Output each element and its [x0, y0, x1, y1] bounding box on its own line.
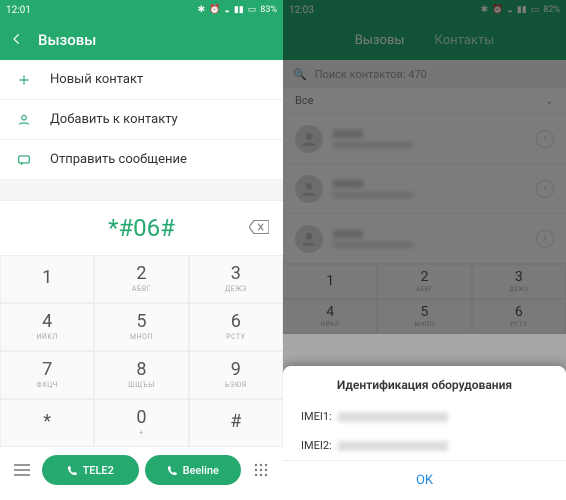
- person-icon: [16, 112, 32, 128]
- call-bar: TELE2 Beeline: [0, 447, 283, 493]
- battery-icon: ▭: [531, 5, 540, 15]
- search-icon: 🔍: [293, 68, 307, 81]
- key-5[interactable]: 5МНОП: [94, 303, 188, 351]
- page-title: Вызовы: [38, 31, 96, 49]
- key-4[interactable]: 4ИЙКЛ: [0, 303, 94, 351]
- key-3[interactable]: 3ДЕЖЗ: [189, 255, 283, 303]
- call-sim2-button[interactable]: Beeline: [145, 455, 242, 485]
- key-8[interactable]: 8ШЩЪЫ: [94, 351, 188, 399]
- dial-display: *#06#: [0, 200, 283, 255]
- avatar: [295, 225, 323, 253]
- imei2-row: IMEI2:: [283, 431, 566, 460]
- keypad-background: 1 2АБВГ 3ДЕЖЗ 4ИЙКЛ 5МНОП 6РСТУ: [283, 264, 566, 334]
- backspace-icon[interactable]: [249, 219, 269, 238]
- contact-info: [333, 230, 526, 248]
- keypad: 1 2АБВГ 3ДЕЖЗ 4ИЙКЛ 5МНОП 6РСТУ 7ФХЦЧ 8Ш…: [0, 255, 283, 447]
- filter-label: Все: [295, 94, 313, 107]
- header: Вызовы: [0, 20, 283, 60]
- detail-icon[interactable]: ›: [536, 130, 554, 148]
- bluetooth-icon: ✱: [198, 5, 206, 15]
- list-item[interactable]: ›: [283, 214, 566, 264]
- phone-icon: [67, 465, 78, 476]
- dialpad-toggle-icon[interactable]: [247, 463, 275, 477]
- call-sim1-button[interactable]: TELE2: [42, 455, 139, 485]
- status-time: 12:03: [289, 5, 314, 16]
- key-0[interactable]: 0+: [94, 399, 188, 447]
- key-5: 5МНОП: [377, 299, 471, 334]
- imei2-value-redacted: [338, 441, 448, 451]
- menu-icon[interactable]: [8, 464, 36, 476]
- action-add-to-contact[interactable]: Добавить к контакту: [0, 100, 283, 140]
- battery-pct: 82%: [543, 5, 560, 15]
- chevron-down-icon: ⌄: [545, 94, 554, 107]
- imei1-row: IMEI1:: [283, 402, 566, 431]
- wifi-icon: ◒: [507, 5, 512, 16]
- battery-icon: ▭: [248, 5, 257, 15]
- action-label: Добавить к контакту: [50, 112, 178, 127]
- action-new-contact[interactable]: Новый контакт: [0, 60, 283, 100]
- contact-info: [333, 180, 526, 198]
- dialog-title: Идентификация оборудования: [283, 378, 566, 402]
- status-bar: 12:03 ✱ ⏰ ◒ ▮▮ ▭ 82%: [283, 0, 566, 20]
- message-icon: [16, 152, 32, 168]
- key-hash[interactable]: #: [189, 399, 283, 447]
- contact-list: › › ›: [283, 114, 566, 264]
- sim2-label: Beeline: [183, 464, 219, 477]
- dialed-code: *#06#: [108, 214, 175, 242]
- spacer: [0, 180, 283, 200]
- list-item[interactable]: ›: [283, 164, 566, 214]
- signal-icon: ▮▮: [517, 5, 527, 15]
- status-bar: 12:01 ✱ ⏰ ◒ ▮▮ ▭ 83%: [0, 0, 283, 20]
- tab-contacts[interactable]: Контакты: [435, 33, 495, 48]
- key-9[interactable]: 9ЬЭЮЯ: [189, 351, 283, 399]
- bluetooth-icon: ✱: [481, 5, 489, 15]
- key-3: 3ДЕЖЗ: [472, 264, 566, 299]
- action-list: Новый контакт Добавить к контакту Отправ…: [0, 60, 283, 180]
- wifi-icon: ◒: [224, 5, 229, 16]
- key-7[interactable]: 7ФХЦЧ: [0, 351, 94, 399]
- action-send-message[interactable]: Отправить сообщение: [0, 140, 283, 180]
- plus-icon: [16, 72, 32, 88]
- search-bar[interactable]: 🔍 Поиск контактов: 470: [283, 60, 566, 88]
- key-star[interactable]: *: [0, 399, 94, 447]
- key-6[interactable]: 6РСТУ: [189, 303, 283, 351]
- imei1-value-redacted: [338, 412, 448, 422]
- alarm-icon: ⏰: [209, 5, 220, 15]
- key-1[interactable]: 1: [0, 255, 94, 303]
- dialog-ok-button[interactable]: OK: [283, 460, 566, 500]
- action-label: Новый контакт: [50, 72, 143, 87]
- key-4: 4ИЙКЛ: [283, 299, 377, 334]
- detail-icon[interactable]: ›: [536, 180, 554, 198]
- contact-info: [333, 130, 526, 148]
- phone-icon: [167, 465, 178, 476]
- imei2-label: IMEI2:: [301, 439, 332, 452]
- avatar: [295, 175, 323, 203]
- list-item[interactable]: ›: [283, 114, 566, 164]
- filter-bar[interactable]: Все ⌄: [283, 88, 566, 114]
- imei1-label: IMEI1:: [301, 410, 332, 423]
- screen-imei-dialog: 12:03 ✱ ⏰ ◒ ▮▮ ▭ 82% Вызовы Контакты 🔍 П…: [283, 0, 566, 500]
- back-icon[interactable]: [10, 31, 24, 50]
- key-2: 2АБВГ: [377, 264, 471, 299]
- avatar: [295, 125, 323, 153]
- imei-dialog: Идентификация оборудования IMEI1: IMEI2:…: [283, 366, 566, 500]
- signal-icon: ▮▮: [234, 5, 244, 15]
- alarm-icon: ⏰: [492, 5, 503, 15]
- key-2[interactable]: 2АБВГ: [94, 255, 188, 303]
- sim1-label: TELE2: [83, 464, 114, 477]
- status-icons: ✱ ⏰ ◒ ▮▮ ▭ 82%: [481, 5, 560, 16]
- detail-icon[interactable]: ›: [536, 230, 554, 248]
- key-6: 6РСТУ: [472, 299, 566, 334]
- status-time: 12:01: [6, 5, 31, 16]
- screen-dialer: 12:01 ✱ ⏰ ◒ ▮▮ ▭ 83% Вызовы Новый контак…: [0, 0, 283, 500]
- status-icons: ✱ ⏰ ◒ ▮▮ ▭ 83%: [198, 5, 277, 16]
- search-text: Поиск контактов: 470: [315, 68, 427, 81]
- action-label: Отправить сообщение: [50, 152, 187, 167]
- key-1: 1: [283, 264, 377, 299]
- battery-pct: 83%: [260, 5, 277, 15]
- header-tabs: Вызовы Контакты: [283, 20, 566, 60]
- tab-calls[interactable]: Вызовы: [355, 33, 405, 48]
